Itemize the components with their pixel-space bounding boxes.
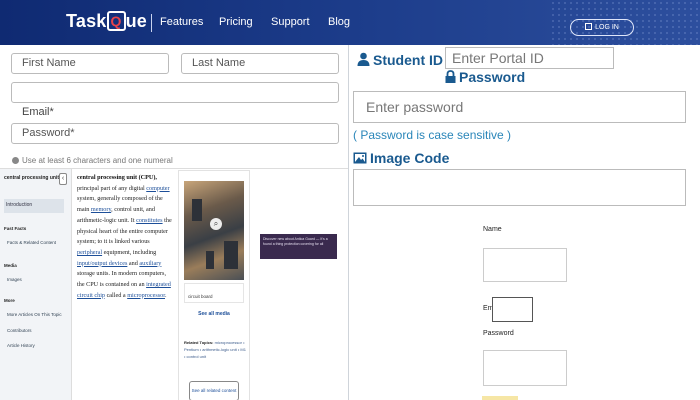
last-name-field[interactable]: Last Name <box>181 53 339 74</box>
image-code-input[interactable] <box>353 169 686 206</box>
logo-text-prefix: Task <box>66 11 107 31</box>
signup-form: First Name Last Name Email* Password* Us… <box>0 45 348 168</box>
portal-password-placeholder: Enter password <box>366 99 464 115</box>
chip-shape <box>224 241 238 269</box>
password-heading-label: Password <box>459 69 526 85</box>
logo-text-suffix: ue <box>125 11 147 31</box>
nav-link-blog[interactable]: Blog <box>328 16 350 28</box>
blank-field[interactable] <box>11 82 339 103</box>
sidebar-heading-more: More <box>4 298 15 303</box>
sidebar-item-contributors[interactable]: Contributors <box>7 328 32 333</box>
article-text: and <box>127 259 140 267</box>
login-button[interactable]: LOG IN <box>570 19 634 36</box>
article-body: central processing unit (CPU), principal… <box>77 173 175 301</box>
login-icon <box>585 23 593 30</box>
article-term: central processing unit (CPU), <box>77 174 157 181</box>
password-hint: Use at least 6 characters and one numera… <box>12 156 173 165</box>
sidebar-item-article-history[interactable]: Article History <box>7 343 35 348</box>
student-id-label: Student ID <box>373 52 443 68</box>
article-text: called a <box>105 291 128 299</box>
password-label: Password* <box>22 127 75 139</box>
first-name-field[interactable]: First Name <box>11 53 169 74</box>
article-text: equipment, including <box>102 248 157 256</box>
name-input[interactable] <box>483 248 567 282</box>
image-code-label: Image Code <box>370 150 450 166</box>
image-icon <box>353 152 367 164</box>
sidebar-heading-media: Media <box>4 263 17 268</box>
link-computer[interactable]: computer <box>146 185 169 192</box>
taskque-logo[interactable]: Task Que <box>66 11 147 32</box>
see-all-related-button[interactable]: See all related content → <box>189 381 239 400</box>
last-name-placeholder: Last Name <box>192 57 246 69</box>
sidebar-item-more-articles[interactable]: More Articles On This Topic <box>7 312 62 317</box>
name-label: Name <box>483 226 502 233</box>
portal-id-placeholder: Enter Portal ID <box>452 50 544 66</box>
sidebar-item-facts[interactable]: Facts & Related Content <box>7 240 56 245</box>
see-all-media-link[interactable]: See all media <box>179 311 249 317</box>
advertisement-banner[interactable]: Discover new about Antica Guard — It's a… <box>260 234 337 259</box>
lock-icon <box>445 70 456 83</box>
login-label: LOG IN <box>595 24 619 31</box>
image-code-heading: Image Code <box>353 150 449 166</box>
link-auxiliary[interactable]: auxiliary <box>139 260 161 267</box>
person-icon <box>357 52 370 66</box>
sidebar-heading-fast-facts: Fast Facts <box>4 226 27 231</box>
email-input[interactable] <box>492 297 533 322</box>
zoom-icon[interactable]: ⌕ <box>210 218 222 230</box>
info-icon <box>12 157 19 164</box>
article-text: principal part of any digital <box>77 184 147 192</box>
portal-password-input[interactable]: Enter password <box>353 91 686 123</box>
case-sensitive-note: ( Password is case sensitive ) <box>353 128 512 142</box>
related-topics-label: Related Topics: <box>184 340 214 345</box>
password-field[interactable]: Password* <box>11 123 339 144</box>
media-card: ⌕ circuit board See all media Related To… <box>178 170 250 400</box>
nav-link-support[interactable]: Support <box>271 16 310 28</box>
article-sidebar: central processing unit ‹ Introduction F… <box>0 169 72 400</box>
password-hint-text: Use at least 6 characters and one numera… <box>22 156 173 165</box>
nav-link-pricing[interactable]: Pricing <box>219 16 253 28</box>
password-heading: Password <box>445 69 525 85</box>
top-nav-bar: Task Que Features Pricing Support Blog LO… <box>0 0 700 45</box>
encyclopedia-article-panel: central processing unit ‹ Introduction F… <box>0 168 348 400</box>
password-input[interactable] <box>483 350 567 386</box>
link-memory[interactable]: memory <box>91 206 111 213</box>
student-portal-login: Student ID Enter Portal ID Password Ente… <box>348 45 700 210</box>
collapse-sidebar-button[interactable]: ‹ <box>59 173 67 185</box>
article-text: . <box>165 291 167 299</box>
link-input-output-devices[interactable]: input/output devices <box>77 260 127 267</box>
advertisement-text: Discover new about Antica Guard — It's a… <box>263 237 328 246</box>
chip-shape <box>206 251 214 269</box>
image-caption: circuit board <box>184 283 244 303</box>
registration-form: Name Email Password <box>349 210 700 400</box>
sidebar-item-introduction[interactable]: Introduction <box>4 199 64 213</box>
link-microprocessor[interactable]: microprocessor <box>127 292 165 299</box>
related-topics: Related Topics: microprocessor • Pentium… <box>184 339 246 360</box>
link-constitutes[interactable]: constitutes <box>136 217 162 224</box>
student-id-heading: Student ID <box>357 52 443 68</box>
email-label: Email* <box>22 106 54 118</box>
nav-link-features[interactable]: Features <box>160 16 203 28</box>
circuit-board-image[interactable] <box>184 181 244 280</box>
image-caption-text: circuit board <box>188 294 213 299</box>
sidebar-item-images[interactable]: Images <box>7 277 22 282</box>
submit-button[interactable] <box>482 396 518 400</box>
logo-q-mark: Q <box>106 11 126 31</box>
chip-shape <box>192 199 202 221</box>
first-name-placeholder: First Name <box>22 57 76 69</box>
link-peripheral[interactable]: peripheral <box>77 249 102 256</box>
password-label-reg: Password <box>483 330 514 337</box>
portal-id-input[interactable]: Enter Portal ID <box>445 47 614 69</box>
sidebar-title: central processing unit <box>4 175 60 181</box>
nav-separator <box>151 14 152 32</box>
